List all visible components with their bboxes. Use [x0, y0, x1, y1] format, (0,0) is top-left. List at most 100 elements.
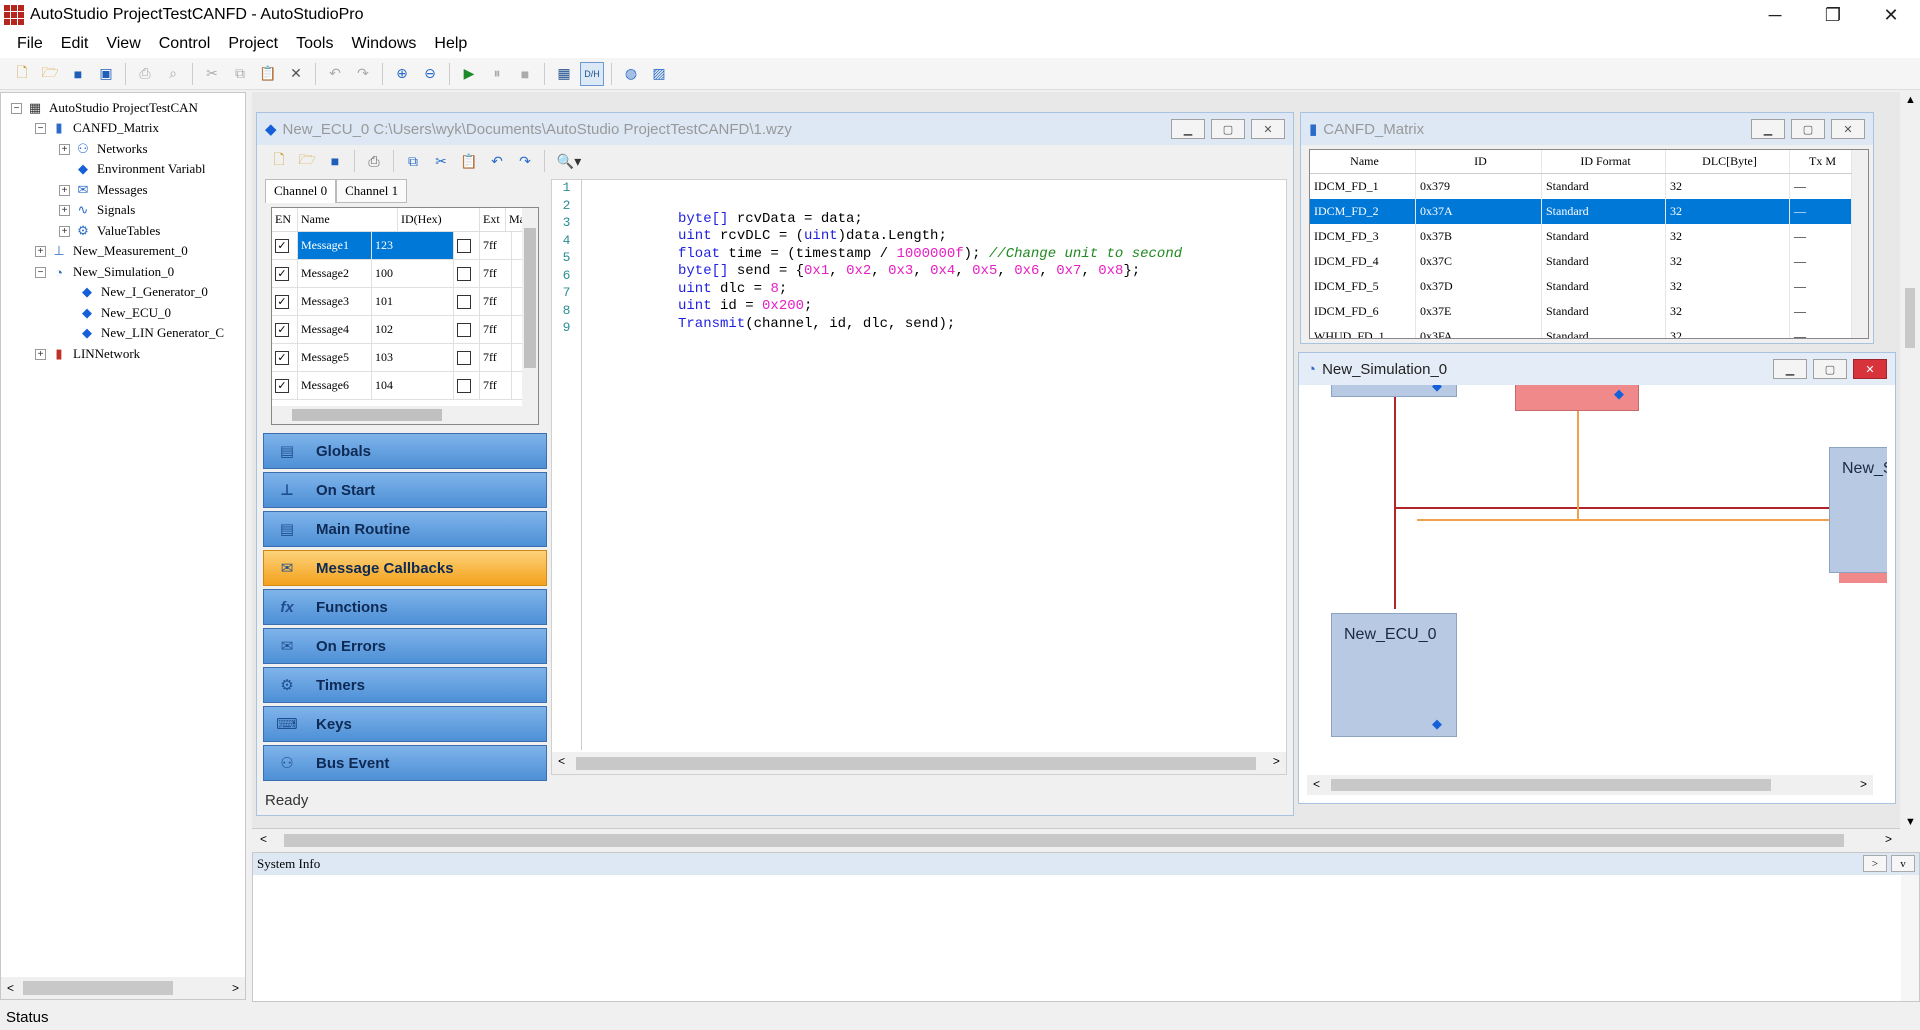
menu-edit[interactable]: Edit [52, 35, 98, 53]
matrix-close-button[interactable]: ✕ [1831, 119, 1865, 139]
stop-icon[interactable]: ■ [513, 62, 537, 86]
section-main-routine[interactable]: ▤ Main Routine [263, 511, 547, 547]
ext-checkbox[interactable] [457, 350, 471, 365]
table-row[interactable]: ✓ Message1 123 7ff [272, 232, 538, 260]
scroll-up-icon[interactable]: ▲ [1905, 94, 1916, 106]
undo-icon[interactable]: ↶ [323, 62, 347, 86]
copy-icon[interactable]: ⧉ [401, 149, 425, 173]
sysinfo-next-button[interactable]: > [1863, 855, 1887, 872]
enable-checkbox[interactable]: ✓ [275, 322, 289, 337]
tree-item-signals[interactable]: + ∿ Signals [59, 199, 135, 221]
ext-checkbox[interactable] [457, 266, 471, 281]
mdi-vscrollbar[interactable]: ▲ ▼ [1900, 92, 1920, 830]
ext-checkbox[interactable] [457, 378, 471, 393]
tab-channel-1[interactable]: Channel 1 [336, 179, 408, 203]
col-id[interactable]: ID(Hex) [398, 208, 480, 231]
table-row[interactable]: IDCM_FD_4 0x37C Standard 32— [1310, 249, 1868, 274]
table-hscrollbar[interactable] [272, 406, 538, 424]
collapse-icon[interactable]: − [35, 122, 46, 134]
ext-checkbox[interactable] [457, 294, 471, 309]
sim-block-right[interactable]: New_S [1829, 447, 1887, 573]
matrix-vscrollbar[interactable] [1852, 150, 1868, 338]
globe-icon[interactable]: ◍ [619, 62, 643, 86]
matrix-minimize-button[interactable]: ▁ [1751, 119, 1785, 139]
col-tx[interactable]: Tx M [1790, 150, 1852, 173]
simulation-titlebar[interactable]: ◔ New_Simulation_0 ▁ ▢ ✕ [1299, 353, 1895, 385]
new-file-icon[interactable]: 🗋 [10, 62, 34, 86]
tree-item-canfd-matrix[interactable]: − ▮ CANFD_Matrix [35, 117, 159, 139]
expand-icon[interactable]: + [59, 225, 70, 237]
copy-icon[interactable]: ⧉ [228, 62, 252, 86]
redo-icon[interactable]: ↷ [513, 149, 537, 173]
tab-channel-0[interactable]: Channel 0 [265, 179, 337, 203]
section-on-errors[interactable]: ✉ On Errors [263, 628, 547, 664]
menu-help[interactable]: Help [425, 35, 476, 53]
editor-titlebar[interactable]: ◆ New_ECU_0 C:\Users\wyk\Documents\AutoS… [257, 113, 1293, 145]
matrix-titlebar[interactable]: ▮ CANFD_Matrix ▁ ▢ ✕ [1301, 113, 1873, 145]
section-bus-event[interactable]: ⚇ Bus Event [263, 745, 547, 781]
section-globals[interactable]: ▤ Globals [263, 433, 547, 469]
grid-view-icon[interactable]: ▦ [552, 62, 576, 86]
menu-project[interactable]: Project [219, 35, 287, 53]
tree-item-lingen[interactable]: ◆ New_LIN Generator_C [79, 322, 224, 344]
image-icon[interactable]: ▨ [647, 62, 671, 86]
scroll-right-icon[interactable]: > [1860, 777, 1867, 791]
menu-tools[interactable]: Tools [287, 35, 342, 53]
delete-icon[interactable]: ✕ [284, 62, 308, 86]
sysinfo-vscrollbar[interactable] [1901, 875, 1919, 1001]
ext-checkbox[interactable] [457, 238, 471, 253]
scroll-down-icon[interactable]: ▼ [1905, 816, 1916, 828]
tree-hscrollbar[interactable]: < > [1, 977, 245, 999]
table-row[interactable]: IDCM_FD_1 0x379 Standard 32— [1310, 174, 1868, 199]
table-row[interactable]: IDCM_FD_2 0x37A Standard 32— [1310, 199, 1868, 224]
mdi-hscrollbar[interactable]: < > [252, 828, 1900, 850]
simulation-canvas[interactable]: ◆ ◆ New_S New_ECU_0 ◆ [1307, 385, 1887, 781]
simulation-maximize-button[interactable]: ▢ [1813, 359, 1847, 379]
scroll-left-icon[interactable]: < [558, 755, 565, 769]
code-editor[interactable]: 1 2 3 4 5 6 7 8 9 byte[] rcvData = data;… [551, 179, 1287, 775]
editor-maximize-button[interactable]: ▢ [1211, 119, 1245, 139]
enable-checkbox[interactable]: ✓ [275, 238, 289, 253]
menu-view[interactable]: View [97, 35, 149, 53]
cut-icon[interactable]: ✂ [429, 149, 453, 173]
enable-checkbox[interactable]: ✓ [275, 266, 289, 281]
open-folder-icon[interactable]: 🗁 [38, 62, 62, 86]
collapse-icon[interactable]: − [35, 266, 46, 278]
scroll-left-icon[interactable]: < [1313, 777, 1320, 791]
print-icon[interactable]: ⎙ [133, 62, 157, 86]
enable-checkbox[interactable]: ✓ [275, 378, 289, 393]
close-button[interactable]: ✕ [1862, 0, 1920, 30]
collapse-icon[interactable]: − [11, 102, 22, 114]
open-folder-icon[interactable]: 🗁 [295, 149, 319, 173]
sim-block-ecu[interactable]: New_ECU_0 ◆ [1331, 613, 1457, 737]
tree-item-env-vars[interactable]: ◆ Environment Variabl [75, 158, 205, 180]
save-icon[interactable]: ■ [323, 149, 347, 173]
editor-minimize-button[interactable]: ▁ [1171, 119, 1205, 139]
col-ext[interactable]: Ext [480, 208, 506, 231]
section-message-callbacks[interactable]: ✉ Message Callbacks [263, 550, 547, 586]
cut-icon[interactable]: ✂ [200, 62, 224, 86]
print-icon[interactable]: ⎙ [362, 149, 386, 173]
save-icon[interactable]: ■ [66, 62, 90, 86]
simulation-hscrollbar[interactable]: < > [1307, 775, 1873, 795]
ext-checkbox[interactable] [457, 322, 471, 337]
table-row[interactable]: ✓ Message5 103 7ff [272, 344, 538, 372]
editor-close-button[interactable]: ✕ [1251, 119, 1285, 139]
minimize-button[interactable]: ─ [1746, 0, 1804, 30]
enable-checkbox[interactable]: ✓ [275, 350, 289, 365]
zoom-in-icon[interactable]: ⊕ [390, 62, 414, 86]
expand-icon[interactable]: + [35, 348, 46, 360]
simulation-close-button[interactable]: ✕ [1853, 359, 1887, 379]
table-row[interactable]: ✓ Message3 101 7ff [272, 288, 538, 316]
col-id[interactable]: ID [1416, 150, 1542, 173]
table-row[interactable]: IDCM_FD_3 0x37B Standard 32— [1310, 224, 1868, 249]
expand-icon[interactable]: + [59, 143, 70, 155]
scroll-left-icon[interactable]: < [260, 832, 267, 846]
table-row[interactable]: ✓ Message6 104 7ff [272, 372, 538, 400]
matrix-maximize-button[interactable]: ▢ [1791, 119, 1825, 139]
pause-icon[interactable]: ⏸ [485, 62, 509, 86]
tree-item-messages[interactable]: + ✉ Messages [59, 179, 148, 201]
tree-item-ecu[interactable]: ◆ New_ECU_0 [79, 302, 171, 324]
new-file-icon[interactable]: 🗋 [267, 149, 291, 173]
sysinfo-collapse-button[interactable]: v [1891, 855, 1915, 872]
